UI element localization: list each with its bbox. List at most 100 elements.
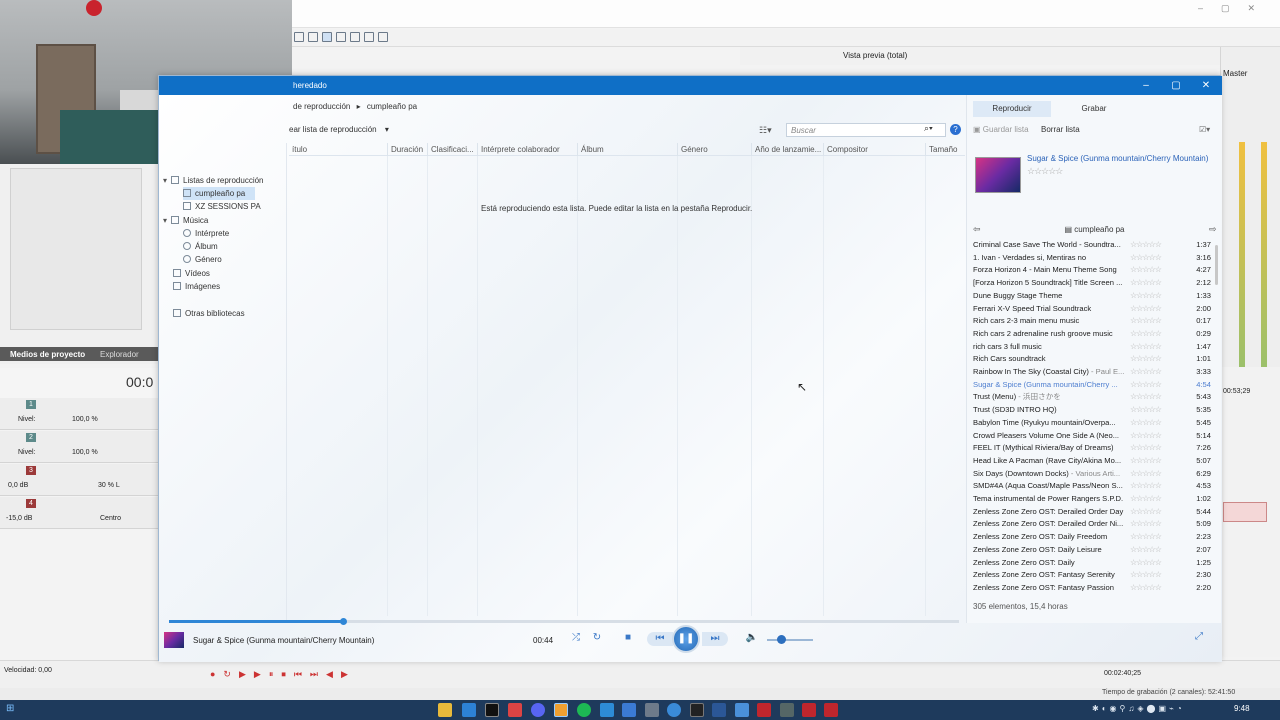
track-rating-stars[interactable]: ☆☆☆☆☆	[1130, 544, 1162, 557]
column-size[interactable]: Tamaño	[925, 143, 965, 156]
breadcrumb-item[interactable]: de reproducción	[293, 102, 350, 111]
help-icon[interactable]: ?	[950, 124, 961, 135]
playlist-row[interactable]: Rich cars 2 adrenaline rush groove music…	[973, 328, 1213, 341]
app-icon[interactable]	[600, 703, 614, 717]
view-options-icon[interactable]: ☷▾	[759, 125, 783, 135]
track-3[interactable]: 3 0,0 dB 30 % L	[0, 464, 158, 496]
nav-playlist-xz[interactable]: XZ SESSIONS PA	[183, 200, 261, 213]
column-title[interactable]: ítulo	[289, 143, 387, 156]
vista-previa-select[interactable]: Vista previa (total)	[843, 51, 907, 60]
shuffle-icon[interactable]: ⤮	[569, 628, 583, 648]
track-rating-stars[interactable]: ☆☆☆☆☆	[1130, 468, 1162, 481]
app-icon[interactable]	[645, 703, 659, 717]
playlist-row[interactable]: Tema instrumental de Power Rangers S.P.D…	[973, 493, 1213, 506]
tool-icon[interactable]	[350, 32, 360, 42]
tool-icon[interactable]	[378, 32, 388, 42]
playlist-row[interactable]: Crowd Pleasers Volume One Side A (Neo...…	[973, 430, 1213, 443]
nav-album[interactable]: Álbum	[183, 240, 218, 253]
nav-artist[interactable]: Intérprete	[183, 227, 229, 240]
tool-icon[interactable]	[322, 32, 332, 42]
column-rating[interactable]: Clasificaci...	[427, 143, 477, 156]
next-button[interactable]: ⏭	[702, 632, 728, 646]
track-rating-stars[interactable]: ☆☆☆☆☆	[1130, 506, 1162, 519]
playlist-row[interactable]: Zenless Zone Zero OST: Derailed Order Ni…	[973, 518, 1213, 531]
track-rating-stars[interactable]: ☆☆☆☆☆	[1130, 303, 1162, 316]
nav-videos[interactable]: Vídeos	[173, 267, 210, 280]
pause-button[interactable]: ❚❚	[672, 625, 700, 653]
track-rating-stars[interactable]: ☆☆☆☆☆	[1130, 404, 1162, 417]
previous-button[interactable]: ⏮	[647, 632, 673, 646]
playlist-row[interactable]: Zenless Zone Zero OST: Daily Freedom ☆☆☆☆…	[973, 531, 1213, 544]
app-icon[interactable]	[690, 703, 704, 717]
app-icon[interactable]	[824, 703, 838, 717]
playlist-row[interactable]: Rich Cars soundtrack ☆☆☆☆☆ 1:01	[973, 353, 1213, 366]
playlist-row[interactable]: Criminal Case Save The World - Soundtra.…	[973, 239, 1213, 252]
track-rating-stars[interactable]: ☆☆☆☆☆	[1130, 442, 1162, 455]
rating-stars[interactable]: ☆☆☆☆☆	[1027, 166, 1063, 177]
track-rating-stars[interactable]: ☆☆☆☆☆	[1130, 531, 1162, 544]
track-rating-stars[interactable]: ☆☆☆☆☆	[1130, 328, 1162, 341]
now-playing-thumbnail[interactable]	[164, 632, 184, 648]
playlist-row[interactable]: rich cars 3 full music ☆☆☆☆☆ 1:47	[973, 341, 1213, 354]
app-icon[interactable]	[622, 703, 636, 717]
playlist-row[interactable]: Trust (Menu) - 浜田さかを ☆☆☆☆☆ 5:43	[973, 391, 1213, 404]
nav-playlists[interactable]: ▾ Listas de reproducción	[163, 174, 264, 187]
app-icon[interactable]	[508, 703, 522, 717]
track-rating-stars[interactable]: ☆☆☆☆☆	[1130, 315, 1162, 328]
audio-clip[interactable]	[1223, 502, 1267, 522]
create-playlist-button[interactable]: ear lista de reproducción ▾	[289, 125, 389, 134]
track-rating-stars[interactable]: ☆☆☆☆☆	[1130, 518, 1162, 531]
scrollbar[interactable]	[1215, 245, 1218, 285]
track-rating-stars[interactable]: ☆☆☆☆☆	[1130, 391, 1162, 404]
search-icon[interactable]: ⌕▾	[924, 123, 933, 134]
playlist-row[interactable]: Trust (SD3D INTRO HQ) ☆☆☆☆☆ 5:35	[973, 404, 1213, 417]
tool-icon[interactable]	[364, 32, 374, 42]
track-rating-stars[interactable]: ☆☆☆☆☆	[1130, 366, 1162, 379]
start-button-icon[interactable]: ⊞	[6, 703, 14, 714]
maximize-button[interactable]: ▢	[1161, 76, 1191, 95]
system-tray[interactable]: ✱◐◉⚲♫◈⬤▣⌁◔	[1092, 704, 1185, 713]
app-icon[interactable]	[712, 703, 726, 717]
media-player-taskbar-icon[interactable]	[554, 703, 568, 717]
tab-medios-proyecto[interactable]: Medios de proyecto	[10, 350, 85, 359]
app-icon[interactable]	[757, 703, 771, 717]
playlist-row[interactable]: SMD#4A (Aqua Coast/Maple Pass/Neon S... ☆…	[973, 480, 1213, 493]
nav-playlist-cumpleano[interactable]: cumpleaño pa	[183, 187, 255, 200]
playlist-row[interactable]: Zenless Zone Zero OST: Fantasy Passion ☆☆…	[973, 582, 1213, 591]
list-options-icon[interactable]: ☑▾	[1199, 125, 1210, 134]
playlist-row[interactable]: Dune Buggy Stage Theme ☆☆☆☆☆ 1:33	[973, 290, 1213, 303]
tool-icon[interactable]	[294, 32, 304, 42]
track-rating-stars[interactable]: ☆☆☆☆☆	[1130, 341, 1162, 354]
volume-handle[interactable]	[776, 635, 786, 644]
stop-icon[interactable]: ■	[621, 628, 635, 648]
track-rating-stars[interactable]: ☆☆☆☆☆	[1130, 430, 1162, 443]
playlist-row[interactable]: Zenless Zone Zero OST: Derailed Order Da…	[973, 506, 1213, 519]
track-rating-stars[interactable]: ☆☆☆☆☆	[1130, 379, 1162, 392]
nav-music[interactable]: ▾ Música	[163, 214, 208, 227]
track-rating-stars[interactable]: ☆☆☆☆☆	[1130, 290, 1162, 303]
track-rating-stars[interactable]: ☆☆☆☆☆	[1130, 582, 1162, 591]
editor-window-controls[interactable]: –▢✕	[1198, 3, 1273, 14]
track-2[interactable]: 2 Nivel: 100,0 %	[0, 431, 158, 463]
playlist-row[interactable]: Sugar & Spice (Gunma mountain/Cherry ...…	[973, 379, 1213, 392]
app-icon[interactable]	[735, 703, 749, 717]
track-rating-stars[interactable]: ☆☆☆☆☆	[1130, 569, 1162, 582]
app-icon[interactable]	[531, 703, 545, 717]
spotify-icon[interactable]	[577, 703, 591, 717]
track-rating-stars[interactable]: ☆☆☆☆☆	[1130, 239, 1162, 252]
track-rating-stars[interactable]: ☆☆☆☆☆	[1130, 480, 1162, 493]
track-1[interactable]: 1 Nivel: 100,0 %	[0, 398, 158, 430]
track-rating-stars[interactable]: ☆☆☆☆☆	[1130, 353, 1162, 366]
seek-handle[interactable]	[339, 618, 347, 625]
minimize-button[interactable]: –	[1131, 76, 1161, 95]
track-rating-stars[interactable]: ☆☆☆☆☆	[1130, 264, 1162, 277]
playlist-row[interactable]: Rich cars 2-3 main menu music ☆☆☆☆☆ 0:17	[973, 315, 1213, 328]
file-explorer-icon[interactable]	[438, 703, 452, 717]
app-icon[interactable]	[462, 703, 476, 717]
tab-reproducir[interactable]: Reproducir	[973, 101, 1051, 117]
save-list-button[interactable]: ▣ Guardar lista	[973, 125, 1029, 134]
tool-icon[interactable]	[308, 32, 318, 42]
search-input[interactable]: Buscar	[786, 123, 946, 137]
nav-images[interactable]: Imágenes	[173, 280, 220, 293]
taskbar-clock[interactable]: 9:48	[1234, 704, 1250, 713]
